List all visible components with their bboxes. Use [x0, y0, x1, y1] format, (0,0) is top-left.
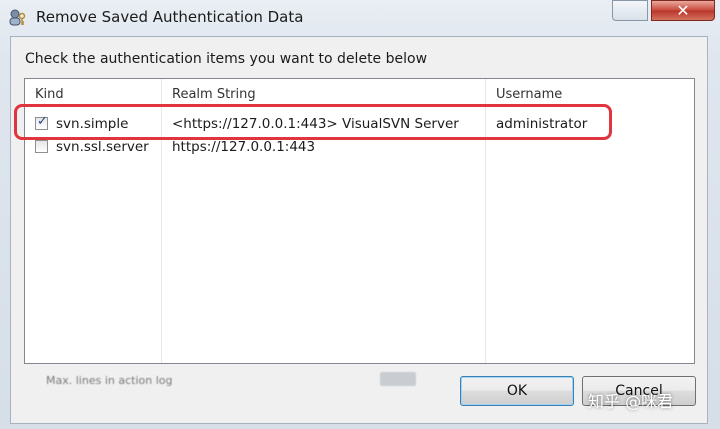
close-button[interactable]: ✕	[651, 0, 715, 21]
cell-kind: svn.ssl.server	[56, 139, 149, 155]
ok-button[interactable]: OK	[460, 376, 574, 406]
watermark-text: 知乎 @咪君	[588, 392, 674, 411]
background-status-text: Max. lines in action log	[46, 374, 173, 387]
key-user-icon	[8, 7, 28, 27]
annotation-highlight-box	[14, 104, 612, 140]
column-header-username[interactable]: Username	[496, 87, 562, 102]
window-title: Remove Saved Authentication Data	[36, 8, 304, 26]
column-header-realm[interactable]: Realm String	[172, 87, 256, 102]
row-checkbox[interactable]	[35, 140, 48, 153]
column-header-kind[interactable]: Kind	[35, 87, 64, 102]
instruction-text: Check the authentication items you want …	[25, 51, 428, 67]
background-control	[380, 372, 416, 386]
maximize-button[interactable]	[612, 0, 648, 21]
title-bar[interactable]: Remove Saved Authentication Data ✕	[0, 0, 720, 36]
cell-realm: https://127.0.0.1:443	[172, 139, 316, 155]
dialog-window: Remove Saved Authentication Data ✕ Check…	[0, 0, 720, 429]
bottom-button-bar: Max. lines in action log OK Cancel 知乎 @咪…	[0, 330, 720, 429]
close-icon: ✕	[676, 1, 690, 20]
